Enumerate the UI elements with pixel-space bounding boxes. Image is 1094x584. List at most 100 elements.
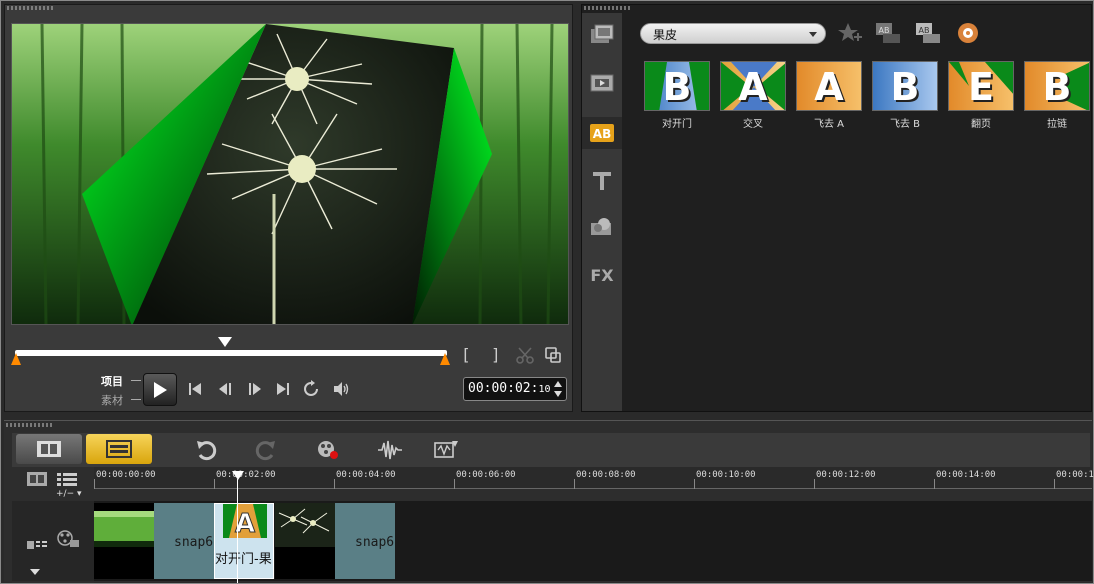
transition-letter: E <box>968 65 994 109</box>
timeline-panel: +/− ▾ 00:00:00:00 00:00:02:00 00:00:04:0… <box>4 420 1094 583</box>
track-manager-icon[interactable] <box>56 471 78 491</box>
title-icon[interactable] <box>586 165 618 197</box>
audio-wave-icon <box>378 440 402 460</box>
transition-label: 交叉 <box>743 119 763 130</box>
ruler-label: 00:00:10:00 <box>696 470 756 480</box>
apply-to-video-track-button[interactable]: AB <box>874 21 902 45</box>
video-track-header <box>12 501 94 581</box>
ruler-tick <box>694 479 695 489</box>
mark-out-button[interactable]: ] <box>491 345 501 364</box>
timecode-stepper-icon[interactable] <box>553 380 563 398</box>
transition-letter: B <box>1042 65 1072 109</box>
transition-label: 翻页 <box>971 119 991 130</box>
auto-music-button[interactable] <box>432 436 460 464</box>
ruler-tick <box>94 479 95 489</box>
project-mode-toggle[interactable]: 项目 <box>101 373 123 389</box>
clip-thumbnail <box>94 503 154 579</box>
transition-clip-thumbnail: A <box>223 504 267 540</box>
panel-grip[interactable] <box>584 6 630 10</box>
transition-letter: B <box>890 65 920 109</box>
undo-icon <box>197 441 217 461</box>
auto-music-icon <box>434 441 458 458</box>
speaker-icon <box>334 382 349 396</box>
clip-mode-line <box>131 399 141 400</box>
ruler-tick <box>214 479 215 489</box>
track-visibility-icon[interactable] <box>26 537 48 556</box>
repeat-button[interactable] <box>299 377 323 401</box>
apply-random-button[interactable]: AB <box>914 21 942 45</box>
timecode-field[interactable]: 00:00:02:10 <box>463 377 567 401</box>
end-button[interactable] <box>271 377 295 401</box>
add-remove-chapter[interactable]: +/− ▾ <box>56 489 82 499</box>
add-to-favorites-button[interactable] <box>836 21 864 45</box>
playhead-line <box>237 479 238 583</box>
ruler-label: 00:00:04:00 <box>336 470 396 480</box>
scrubber-handle[interactable] <box>218 337 232 347</box>
record-capture-button[interactable] <box>314 436 342 464</box>
instant-project-icon[interactable] <box>586 67 618 99</box>
transition-icon[interactable]: AB <box>582 117 622 149</box>
media-icon[interactable] <box>586 19 618 51</box>
ruler-tick <box>814 479 815 489</box>
video-clip[interactable]: snap6 <box>275 503 395 579</box>
next-frame-button[interactable] <box>243 377 267 401</box>
category-value: 果皮 <box>653 28 678 42</box>
transition-thumb-3[interactable]: B <box>872 61 938 111</box>
split-clip-scissors-icon[interactable] <box>513 343 537 367</box>
options-button[interactable] <box>954 21 982 45</box>
category-dropdown[interactable]: 果皮 <box>640 23 826 44</box>
preview-monitor <box>11 23 569 325</box>
next-frame-icon <box>249 383 261 395</box>
star-plus-icon <box>838 23 862 41</box>
show-all-tracks-icon[interactable] <box>26 471 48 491</box>
playhead-handle[interactable] <box>232 471 244 480</box>
project-mode-line <box>131 380 141 381</box>
transition-thumb-5[interactable]: B <box>1024 61 1090 111</box>
transition-thumb-1[interactable]: A <box>720 61 786 111</box>
transition-letter: B <box>662 65 692 109</box>
storyboard-view-button[interactable] <box>16 434 82 464</box>
volume-button[interactable] <box>329 377 353 401</box>
timeline-toolbar <box>12 433 1090 467</box>
preview-frame-image <box>12 24 568 324</box>
play-button[interactable] <box>143 373 177 406</box>
transition-clip[interactable]: A 对开门-果 <box>214 503 274 579</box>
clip-mode-toggle[interactable]: 素材 <box>101 392 123 408</box>
undo-button[interactable] <box>192 436 220 464</box>
filmstrip-icon <box>37 441 61 457</box>
graphic-icon[interactable] <box>586 211 618 243</box>
video-clip[interactable]: snap6 <box>94 503 214 579</box>
panel-grip[interactable] <box>6 423 52 427</box>
ruler-label: 00:00:00:00 <box>96 470 156 480</box>
clip-label: snap6 <box>355 535 395 550</box>
transition-thumb-2[interactable]: A <box>796 61 862 111</box>
transition-thumb-0[interactable]: B <box>644 61 710 111</box>
transition-label: 飞去 B <box>889 119 921 130</box>
ruler-label: 00:00:02:00 <box>216 470 276 480</box>
previous-frame-icon <box>219 383 231 395</box>
skip-to-end-icon <box>277 383 289 395</box>
panel-grip[interactable] <box>7 6 53 10</box>
options-icon <box>958 23 978 43</box>
home-button[interactable] <box>183 377 207 401</box>
scrubber-track[interactable] <box>15 350 447 356</box>
mark-in-button[interactable]: [ <box>461 345 471 364</box>
record-capture-icon <box>318 441 338 459</box>
timeline-view-button[interactable] <box>86 434 152 464</box>
skip-to-start-icon <box>189 383 201 395</box>
filter-icon[interactable]: FX <box>586 259 618 291</box>
previous-frame-button[interactable] <box>213 377 237 401</box>
timecode-value: 00:00:02: <box>468 381 539 396</box>
apply-random-icon: AB <box>916 23 940 43</box>
enlarge-preview-icon[interactable] <box>541 343 565 367</box>
transition-thumb-4[interactable]: E <box>948 61 1014 111</box>
preview-panel: [ ] 项目 素材 00:00:02:10 <box>4 4 573 412</box>
redo-button[interactable] <box>252 436 280 464</box>
play-icon <box>154 381 167 398</box>
sound-mixer-button[interactable] <box>376 436 404 464</box>
repeat-icon <box>304 380 318 396</box>
track-expand-chevron-icon[interactable] <box>30 569 40 575</box>
chevron-down-icon <box>809 32 817 37</box>
svg-text:AB: AB <box>919 26 930 35</box>
transition-label: 拉链 <box>1047 119 1067 130</box>
